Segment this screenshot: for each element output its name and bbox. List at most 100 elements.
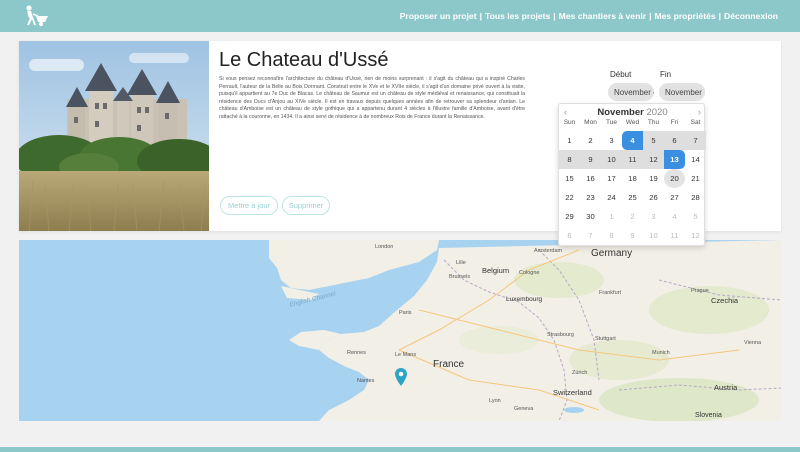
map-city-label: Nantes <box>357 378 375 384</box>
calendar-day-in-range[interactable]: 11 <box>622 150 643 169</box>
map-country-label: Austria <box>714 383 738 392</box>
calendar-day[interactable]: 19 <box>643 169 664 188</box>
calendar-day[interactable]: 15 <box>559 169 580 188</box>
calendar-day[interactable]: 2 <box>580 131 601 150</box>
nav-logout[interactable]: Déconnexion <box>724 11 778 21</box>
footer-accent-bar <box>0 447 800 452</box>
map-country-label: Czechia <box>711 296 739 305</box>
calendar-day-next-month[interactable]: 2 <box>622 207 643 226</box>
calendar-day[interactable]: 1 <box>559 131 580 150</box>
calendar-day[interactable]: 3 <box>601 131 622 150</box>
main-nav: Proposer un projet | Tous les projets | Mes … <box>400 11 778 21</box>
calendar-day-next-month[interactable]: 10 <box>643 226 664 245</box>
calendar-day-in-range[interactable]: 7 <box>685 131 706 150</box>
calendar-day-next-month[interactable]: 11 <box>664 226 685 245</box>
weekday-label: Wed <box>625 119 640 126</box>
nav-separator: | <box>479 11 482 21</box>
nav-all-projects[interactable]: Tous les projets <box>485 11 550 21</box>
map-city-label: Strasbourg <box>547 332 574 338</box>
delete-button[interactable]: Supprimer <box>282 196 330 215</box>
map-city-label: Stuttgart <box>595 336 616 342</box>
calendar-day-next-month[interactable]: 5 <box>685 207 706 226</box>
calendar-day-in-range[interactable]: 8 <box>559 150 580 169</box>
chevron-right-icon[interactable]: › <box>698 107 701 117</box>
calendar-month: November <box>597 107 644 118</box>
map-country-label: Luxembourg <box>506 296 543 303</box>
map-country-label: Switzerland <box>553 388 592 397</box>
map-city-label: Brussels <box>449 274 471 280</box>
calendar-day-next-month[interactable]: 8 <box>601 226 622 245</box>
calendar-day[interactable]: 18 <box>622 169 643 188</box>
map-city-label: Rennes <box>347 350 366 356</box>
top-navbar: Proposer un projet | Tous les projets | Mes … <box>0 0 800 32</box>
calendar-day-range-end[interactable]: 13 <box>664 150 685 169</box>
map-city-label: Frankfurt <box>599 290 622 296</box>
calendar-day-next-month[interactable]: 1 <box>601 207 622 226</box>
calendar-day[interactable]: 28 <box>685 188 706 207</box>
calendar-day-in-range[interactable]: 12 <box>643 150 664 169</box>
calendar-day-next-month[interactable]: 9 <box>622 226 643 245</box>
map-tiles <box>19 240 781 421</box>
calendar-day-in-range[interactable]: 6 <box>664 131 685 150</box>
map-country-label: France <box>433 359 465 370</box>
map-city-label: London <box>375 244 394 250</box>
map-pin-icon[interactable] <box>395 368 407 386</box>
calendar-day-next-month[interactable]: 6 <box>559 226 580 245</box>
map-country-label: Belgium <box>482 266 510 275</box>
calendar-day[interactable]: 14 <box>685 150 706 169</box>
weekday-label: Sat <box>690 119 701 126</box>
calendar-day[interactable]: 24 <box>601 188 622 207</box>
calendar-day-next-month[interactable]: 7 <box>580 226 601 245</box>
map-city-label: Paris <box>399 310 412 316</box>
weekday-label: Mon <box>584 119 597 126</box>
weekday-label: Tue <box>606 119 617 126</box>
calendar-day[interactable]: 27 <box>664 188 685 207</box>
map-city-label: Prague <box>691 288 709 294</box>
end-date-input[interactable]: November 13, 2020 <box>659 83 705 101</box>
calendar-day-today[interactable]: 20 <box>664 169 685 188</box>
start-date-input[interactable]: November 4, 2020 <box>608 83 654 101</box>
nav-separator: | <box>553 11 556 21</box>
calendar-day[interactable]: 23 <box>580 188 601 207</box>
calendar-day-next-month[interactable]: 3 <box>643 207 664 226</box>
calendar-day[interactable]: 16 <box>580 169 601 188</box>
calendar-day[interactable]: 29 <box>559 207 580 226</box>
calendar-day[interactable]: 25 <box>622 188 643 207</box>
map-city-label: Geneva <box>514 406 534 412</box>
map-city-label: Lille <box>456 260 466 266</box>
start-date-label: Début <box>610 70 632 79</box>
calendar-day-next-month[interactable]: 4 <box>664 207 685 226</box>
calendar-day[interactable]: 21 <box>685 169 706 188</box>
calendar-day-in-range[interactable]: 9 <box>580 150 601 169</box>
calendar-day-range-start[interactable]: 4 <box>622 131 643 150</box>
nav-separator: | <box>649 11 652 21</box>
calendar-day-in-range[interactable]: 10 <box>601 150 622 169</box>
map-city-label: Vienna <box>744 340 762 346</box>
project-map[interactable]: London Amsterdam Brussels Paris Rennes N… <box>19 240 781 421</box>
date-picker: ‹ November 2020 › Sun Mon Tue Wed Thu Fr… <box>558 103 706 246</box>
project-title: Le Chateau d'Ussé <box>219 49 389 71</box>
map-city-label: Lyon <box>489 398 501 404</box>
castle-photo <box>19 41 209 231</box>
calendar-day-in-range[interactable]: 5 <box>643 131 664 150</box>
weekday-label: Sun <box>563 119 576 126</box>
nav-my-upcoming-sites[interactable]: Mes chantiers à venir <box>559 11 646 21</box>
nav-propose-project[interactable]: Proposer un projet <box>400 11 477 21</box>
calendar-days: 1 2 3 4 5 6 7 8 9 10 11 12 13 14 15 16 1… <box>559 131 706 245</box>
calendar-day[interactable]: 22 <box>559 188 580 207</box>
calendar-day[interactable]: 17 <box>601 169 622 188</box>
map-country-label: Slovenia <box>695 412 722 419</box>
nav-my-properties[interactable]: Mes propriétés <box>654 11 715 21</box>
calendar-day[interactable]: 26 <box>643 188 664 207</box>
map-city-label: Zürich <box>572 370 588 376</box>
map-country-label: Germany <box>591 248 633 259</box>
map-city-label: Munich <box>652 350 670 356</box>
calendar-year: 2020 <box>646 107 668 118</box>
calendar-day-next-month[interactable]: 12 <box>685 226 706 245</box>
weekday-label: Fri <box>670 119 679 126</box>
project-description: Si vous pensez reconnaître l'architectur… <box>219 76 525 120</box>
worker-with-wheelbarrow-icon[interactable] <box>18 4 52 28</box>
update-button[interactable]: Mettre à jour <box>220 196 278 215</box>
calendar-day[interactable]: 30 <box>580 207 601 226</box>
weekday-label: Thu <box>647 119 660 126</box>
